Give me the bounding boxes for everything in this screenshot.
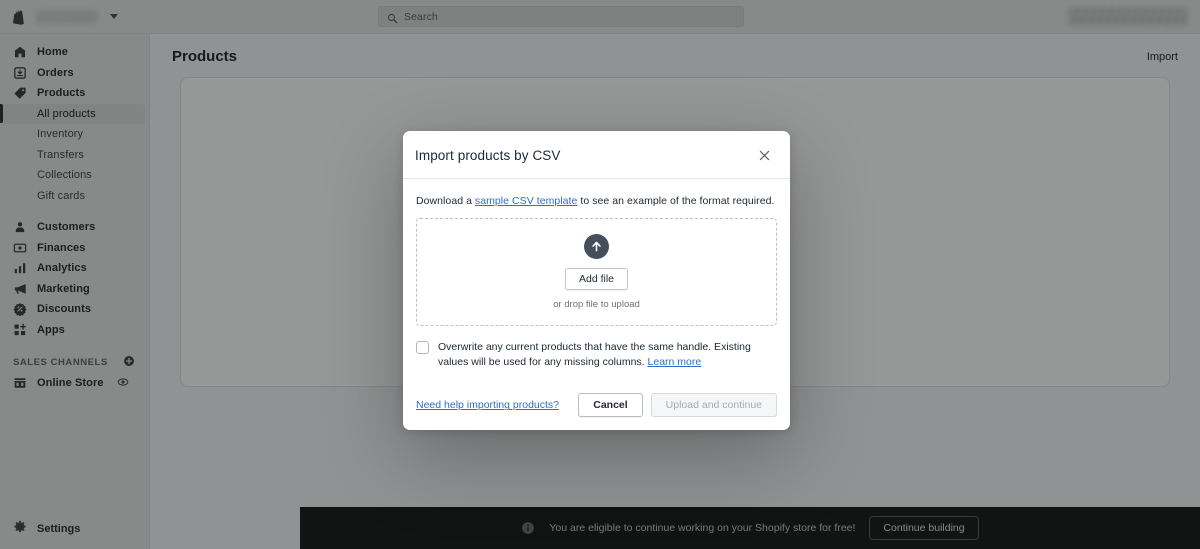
- upload-and-continue-button[interactable]: Upload and continue: [650, 393, 777, 418]
- upload-arrow-icon: [584, 234, 609, 259]
- modal-title: Import products by CSV: [415, 147, 561, 163]
- add-file-button[interactable]: Add file: [564, 268, 629, 290]
- close-icon[interactable]: [754, 145, 774, 165]
- modal-header: Import products by CSV: [403, 131, 790, 179]
- cancel-button[interactable]: Cancel: [578, 393, 643, 418]
- modal-footer: Need help importing products? Cancel Upl…: [403, 382, 790, 430]
- download-prefix-text: Download a: [416, 195, 475, 207]
- drop-hint-text: or drop file to upload: [553, 299, 640, 310]
- overwrite-checkbox-row[interactable]: Overwrite any current products that have…: [416, 340, 777, 370]
- import-products-modal: Import products by CSV Download a sample…: [403, 131, 790, 431]
- overwrite-checkbox[interactable]: [416, 341, 429, 354]
- overwrite-label: Overwrite any current products that have…: [438, 340, 773, 370]
- modal-body: Download a sample CSV template to see an…: [403, 179, 790, 382]
- need-help-link[interactable]: Need help importing products?: [416, 399, 559, 411]
- file-dropzone[interactable]: Add file or drop file to upload: [416, 218, 777, 326]
- footer-buttons: Cancel Upload and continue: [578, 393, 777, 418]
- overwrite-learn-more-link[interactable]: Learn more: [648, 356, 702, 368]
- csv-template-line: Download a sample CSV template to see an…: [416, 195, 777, 207]
- sample-csv-template-link[interactable]: sample CSV template: [475, 195, 578, 207]
- overwrite-text: Overwrite any current products that have…: [438, 341, 751, 369]
- download-suffix-text: to see an example of the format required…: [577, 195, 775, 207]
